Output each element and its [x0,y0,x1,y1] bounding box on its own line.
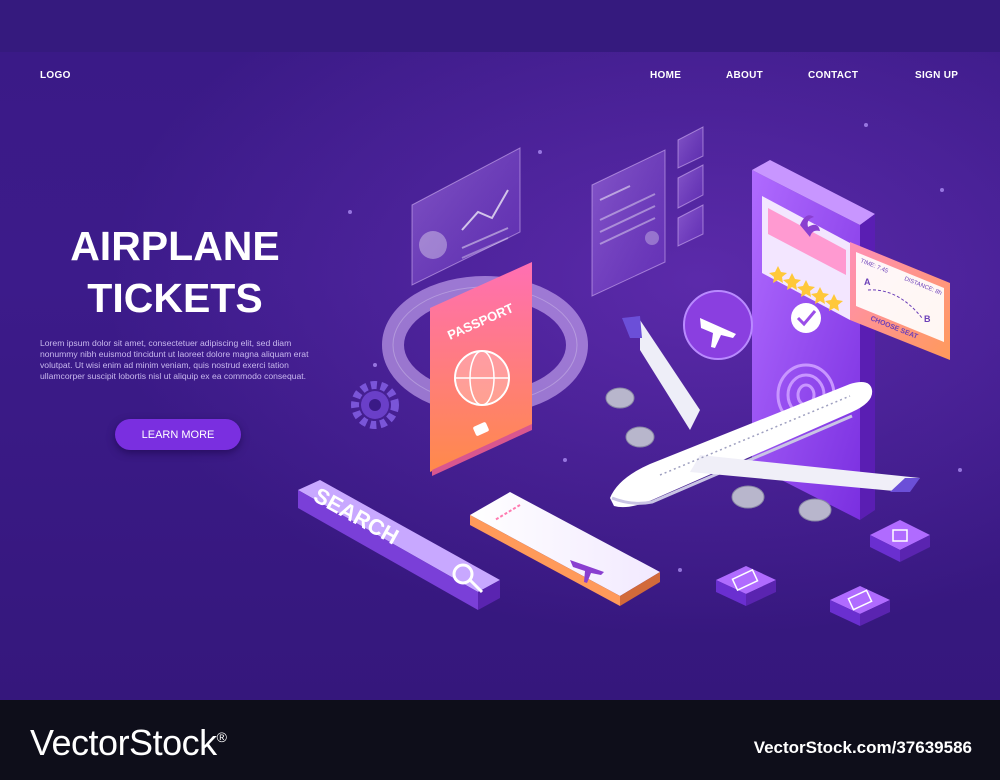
lock-icon [870,520,930,562]
airplane-tickets-illustration: PASSPORT TIME: 7.45 DISTANCE: 8h A B CHO… [298,123,962,626]
data-panel [591,149,666,297]
search-bar: SEARCH [298,480,500,610]
seat-from-label: A [864,277,871,287]
landing-page: LOGO HOME ABOUT CONTACT SIGN UP AIRPLANE… [0,0,1000,700]
vectorstock-brand-text: VectorStock [30,722,217,763]
vectorstock-url: VectorStock.com/37639586 [753,738,972,757]
seat-to-label: B [924,314,931,324]
credit-card-icon [716,566,776,606]
vectorstock-brand: VectorStock® [30,722,227,764]
registered-mark: ® [216,729,227,745]
globe-icon [454,350,510,406]
gear-icon [351,381,399,429]
airplane-icon [683,290,753,360]
small-panels [677,126,704,247]
checkmark-icon [791,303,821,333]
chart-panel-icon [411,147,521,286]
suitcase-icon [830,586,890,626]
